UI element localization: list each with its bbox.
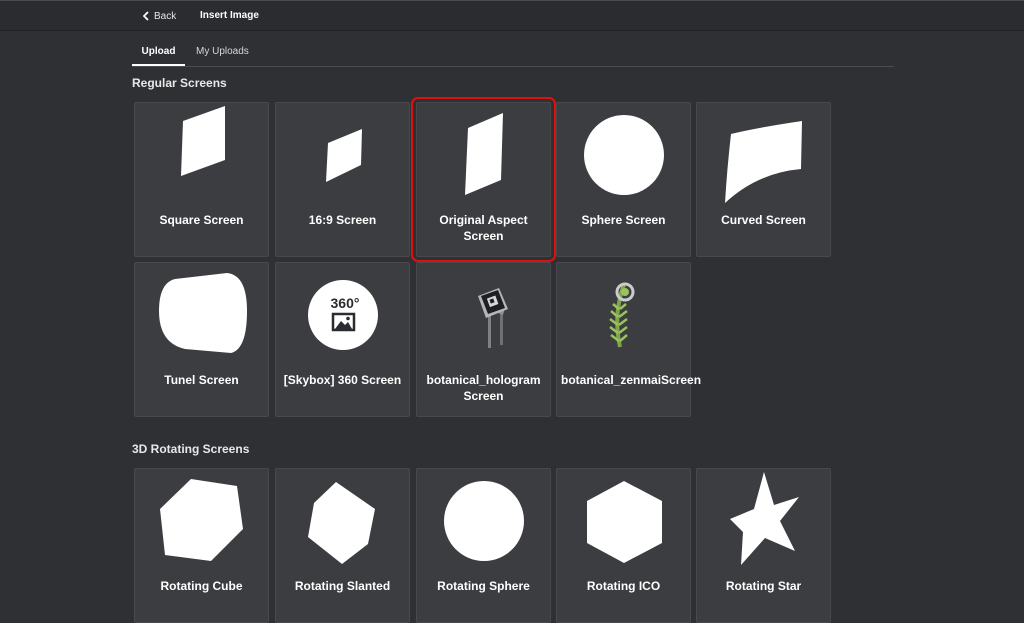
back-button[interactable]: Back	[143, 9, 176, 23]
card-label: botanical_zenmaiScreen	[561, 373, 702, 387]
section-title-3d-rotating-screens: 3D Rotating Screens	[132, 442, 250, 456]
sphere-icon	[584, 115, 664, 195]
card-square-screen[interactable]: Square Screen	[134, 102, 269, 257]
fern-icon	[609, 282, 635, 348]
curved-screen-icon	[725, 121, 802, 203]
circle-icon	[444, 481, 524, 561]
tab-bar: Upload My Uploads	[132, 40, 894, 67]
card-label: Tunel Screen	[164, 373, 239, 387]
top-bar: Back Insert Image	[0, 1, 1024, 31]
card-label: [Skybox] 360 Screen	[283, 373, 402, 387]
card-label: botanical_hologram Screen	[426, 373, 541, 403]
card-rotating-ico[interactable]: Rotating ICO	[556, 468, 691, 623]
skybox-360-icon: 360°	[308, 280, 378, 350]
card-botanical-hologram-screen[interactable]: botanical_hologram Screen	[416, 262, 551, 417]
icosahedron-icon	[587, 481, 662, 563]
skybox-360-badge: 360°	[331, 295, 360, 311]
back-label: Back	[154, 10, 177, 22]
card-original-aspect-screen[interactable]: Original Aspect Screen	[411, 97, 556, 262]
card-rotating-sphere[interactable]: Rotating Sphere	[416, 468, 551, 623]
card-rotating-cube[interactable]: Rotating Cube	[134, 468, 269, 623]
page-title: Insert Image	[200, 10, 259, 21]
tab-my-uploads[interactable]: My Uploads	[196, 46, 249, 64]
card-label: Square Screen	[159, 213, 244, 227]
star-icon	[730, 472, 799, 565]
card-tunel-screen[interactable]: Tunel Screen	[134, 262, 269, 417]
card-curved-screen[interactable]: Curved Screen	[696, 102, 831, 257]
section-title-regular-screens: Regular Screens	[132, 76, 227, 90]
tunnel-icon	[159, 273, 247, 353]
chevron-left-icon	[143, 11, 149, 21]
square-screen-icon	[181, 106, 225, 176]
card-label: 16:9 Screen	[308, 213, 377, 227]
card-skybox-360-screen[interactable]: 360° [Skybox] 360 Screen	[275, 262, 410, 417]
card-16-9-screen[interactable]: 16:9 Screen	[275, 102, 410, 257]
original-aspect-icon	[465, 113, 503, 195]
card-label: Original Aspect Screen	[439, 213, 528, 243]
hexagon-cube-icon	[160, 479, 243, 561]
hologram-kiosk-icon	[478, 288, 508, 348]
tab-upload[interactable]: Upload	[132, 46, 185, 66]
widescreen-icon	[326, 129, 362, 182]
slanted-hexagon-icon	[308, 482, 375, 564]
card-label: Curved Screen	[721, 213, 806, 227]
card-botanical-zenmai-screen[interactable]: botanical_zenmaiScreen	[556, 262, 702, 417]
card-sphere-screen[interactable]: Sphere Screen	[556, 102, 691, 257]
card-rotating-slanted[interactable]: Rotating Slanted	[275, 468, 410, 623]
card-label: Sphere Screen	[581, 213, 666, 227]
card-rotating-star[interactable]: Rotating Star	[696, 468, 831, 623]
